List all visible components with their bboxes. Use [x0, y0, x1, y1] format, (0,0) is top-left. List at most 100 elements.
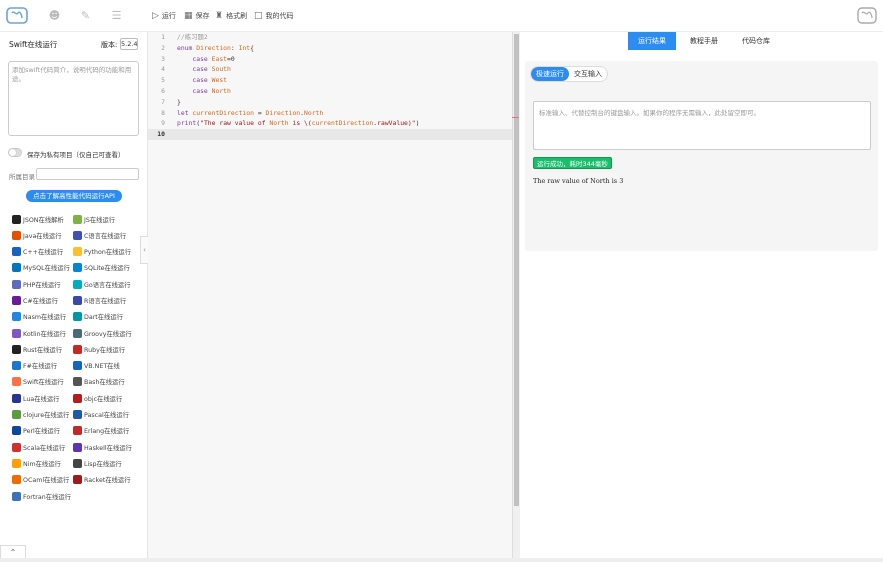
- language-link[interactable]: SQLite在线运行: [73, 261, 130, 275]
- code-editor[interactable]: 1 //练习题2 2 enum Direction: Int{3 case East=…: [148, 32, 512, 558]
- api-info-button[interactable]: 点击了解高性能代码运行API: [26, 190, 122, 202]
- language-link[interactable]: Lisp在线运行: [73, 456, 122, 470]
- language-link[interactable]: Rust在线运行: [12, 342, 62, 356]
- save-icon: ▦: [184, 11, 193, 21]
- language-icon: [73, 279, 82, 289]
- language-icon: [73, 458, 82, 468]
- format-button[interactable]: ♜ 格式刷: [215, 10, 247, 22]
- page-scrollbar[interactable]: [0, 558, 883, 562]
- code-text: case North: [192, 86, 231, 95]
- tab-code-repo[interactable]: 代码仓库: [732, 32, 780, 50]
- code-lines[interactable]: 1 //练习题2 2 enum Direction: Int{3 case East=…: [148, 32, 512, 140]
- language-link[interactable]: Racket在线运行: [73, 473, 131, 487]
- language-icon: [12, 426, 21, 436]
- language-link[interactable]: JS在线运行: [73, 212, 115, 226]
- code-line[interactable]: 2 enum Direction: Int{: [148, 43, 512, 54]
- language-link[interactable]: Swift在线运行: [12, 375, 64, 389]
- stdin-textarea[interactable]: 标准输入、代替控制台的键盘输入。如果你的程序无需输入，此处留空即可。: [533, 101, 871, 150]
- language-link[interactable]: VB.NET在线: [73, 359, 120, 373]
- code-line[interactable]: 7}: [148, 97, 512, 108]
- language-icon: [73, 263, 82, 273]
- language-link[interactable]: Scala在线运行: [12, 440, 65, 454]
- edit-icon[interactable]: ✎: [79, 9, 92, 22]
- line-number: 5: [161, 76, 165, 85]
- language-link[interactable]: Lua在线运行: [12, 391, 59, 405]
- format-brush-icon: ♜: [215, 11, 224, 21]
- code-line[interactable]: 9 print("The raw value of North is \(curr…: [148, 118, 512, 129]
- user-icon[interactable]: ☻: [48, 9, 61, 22]
- language-label: VB.NET在线: [84, 363, 120, 371]
- language-link[interactable]: Fortran在线运行: [12, 489, 71, 503]
- code-text: enum Direction: Int{: [177, 43, 254, 52]
- language-link[interactable]: Pascal在线运行: [73, 408, 129, 422]
- language-link[interactable]: Python在线运行: [73, 245, 131, 259]
- language-link[interactable]: C#在线运行: [12, 293, 58, 307]
- tab-interactive-input[interactable]: 交互输入: [569, 67, 607, 81]
- language-label: C++在线运行: [23, 249, 64, 257]
- language-link[interactable]: Nasm在线运行: [12, 310, 66, 324]
- language-link[interactable]: C++在线运行: [12, 245, 63, 259]
- language-link[interactable]: objc在线运行: [73, 391, 122, 405]
- language-link[interactable]: Dart在线运行: [73, 310, 123, 324]
- language-row: Perl在线运行 Erlang在线运行: [12, 424, 142, 440]
- language-row: JSON在线解析 JS在线运行: [12, 212, 142, 228]
- code-line[interactable]: 3 case East=0: [148, 54, 512, 65]
- tab-fast-run[interactable]: 极速运行: [531, 67, 569, 81]
- code-line[interactable]: 8 let currentDirection = Direction.North: [148, 108, 512, 119]
- language-link[interactable]: Kotlin在线运行: [12, 326, 66, 340]
- language-icon: [73, 377, 82, 387]
- code-line[interactable]: 4 case South: [148, 64, 512, 75]
- language-link[interactable]: Bash在线运行: [73, 375, 125, 389]
- code-text: case East=0: [192, 54, 235, 63]
- language-label: R语言在线运行: [84, 297, 127, 305]
- language-icon: [73, 214, 82, 224]
- language-link[interactable]: Ruby在线运行: [73, 342, 125, 356]
- language-link[interactable]: F#在线运行: [12, 359, 57, 373]
- description-textarea[interactable]: 添加swift代码简介，说明代码的功能和用途。: [8, 61, 139, 136]
- tab-run-result[interactable]: 运行结果: [628, 32, 676, 50]
- language-link[interactable]: clojure在线运行: [12, 408, 69, 422]
- language-link[interactable]: Erlang在线运行: [73, 424, 129, 438]
- save-button[interactable]: ▦ 保存: [184, 10, 210, 22]
- language-link[interactable]: Go语言在线运行: [73, 277, 131, 291]
- language-link[interactable]: Nim在线运行: [12, 456, 61, 470]
- language-icon: [73, 410, 82, 420]
- language-link[interactable]: R语言在线运行: [73, 293, 126, 307]
- run-button[interactable]: ▷ 运行: [152, 10, 176, 22]
- code-line[interactable]: 6 case North: [148, 86, 512, 97]
- language-label: Nasm在线运行: [23, 314, 67, 322]
- language-icon: [12, 361, 21, 371]
- language-label: Pascal在线运行: [84, 412, 129, 420]
- editor-scrollbar-thumb[interactable]: [514, 34, 519, 506]
- language-link[interactable]: PHP在线运行: [12, 277, 61, 291]
- menu-icon[interactable]: ☰: [110, 9, 123, 22]
- tab-tutorial[interactable]: 教程手册: [680, 32, 728, 50]
- language-link[interactable]: MySQL在线运行: [12, 261, 70, 275]
- code-line[interactable]: 10: [148, 129, 512, 140]
- language-link[interactable]: Perl在线运行: [12, 424, 60, 438]
- language-link[interactable]: JSON在线解析: [12, 212, 64, 226]
- language-icon: [12, 214, 21, 224]
- format-label: 格式刷: [226, 12, 248, 20]
- language-link[interactable]: C语言在线运行: [73, 228, 126, 242]
- language-icon: [73, 328, 82, 338]
- language-link[interactable]: Java在线运行: [12, 228, 62, 242]
- language-link[interactable]: OCaml在线运行: [12, 473, 69, 487]
- run-mode-tabs: 极速运行 交互输入: [530, 66, 608, 82]
- language-row: MySQL在线运行 SQLite在线运行: [12, 261, 142, 277]
- site-logo[interactable]: [6, 7, 28, 24]
- my-code-button[interactable]: □ 我的代码: [254, 10, 294, 22]
- language-icon: [12, 344, 21, 354]
- code-line[interactable]: 1 //练习题2: [148, 32, 512, 43]
- directory-label: 所属目录: [9, 173, 35, 181]
- code-line[interactable]: 5 case West: [148, 75, 512, 86]
- line-number: 7: [161, 97, 165, 106]
- pane-splitter[interactable]: [512, 32, 520, 558]
- language-row: clojure在线运行 Pascal在线运行: [12, 408, 142, 424]
- language-link[interactable]: Groovy在线运行: [73, 326, 132, 340]
- version-select[interactable]: 5.2.4: [120, 38, 138, 50]
- private-toggle[interactable]: [8, 148, 22, 157]
- language-icon: [12, 230, 21, 240]
- language-link[interactable]: Haskell在线运行: [73, 440, 132, 454]
- directory-input[interactable]: [36, 168, 139, 180]
